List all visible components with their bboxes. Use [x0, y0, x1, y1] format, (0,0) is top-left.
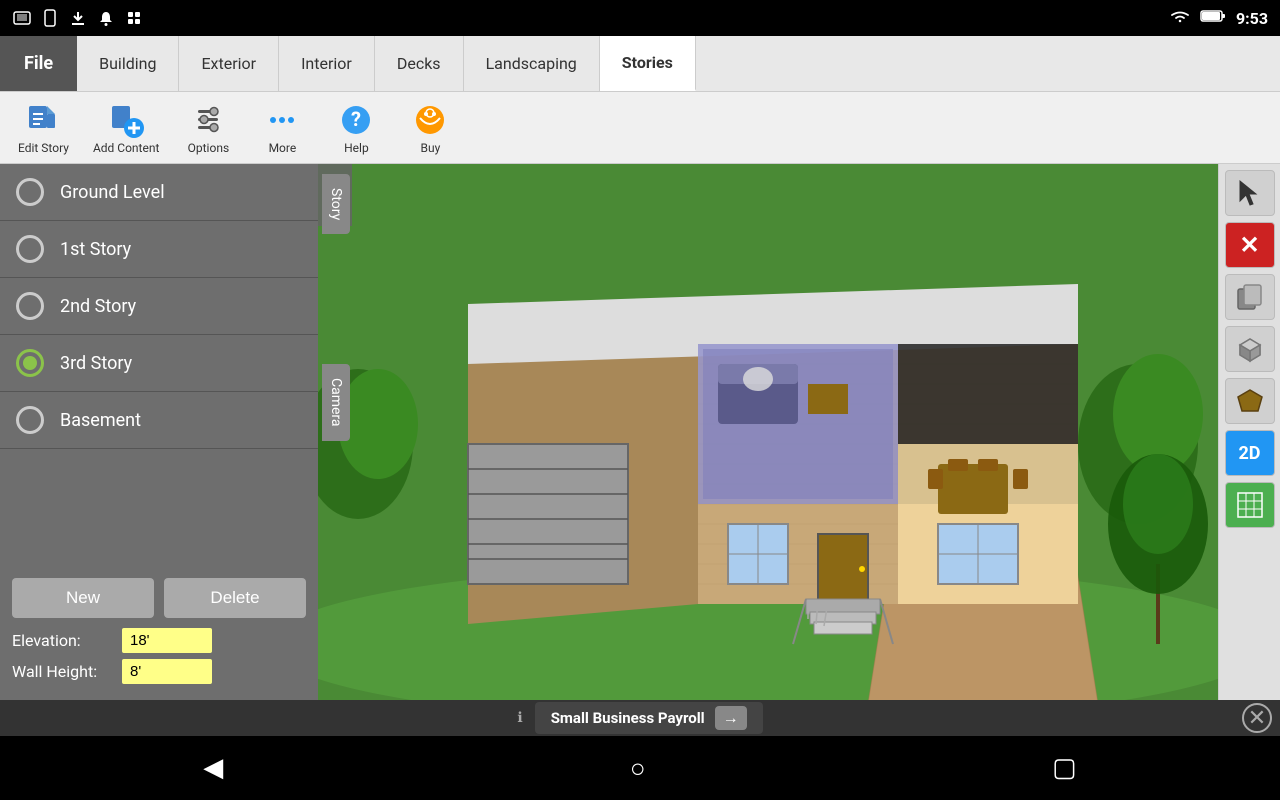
wall-height-input[interactable] — [122, 659, 212, 684]
camera-vtab[interactable]: Camera — [322, 364, 350, 441]
house-3d-view — [318, 164, 1218, 700]
story-label-basement: Basement — [60, 410, 141, 431]
tab-bar: File Building Exterior Interior Decks La… — [0, 36, 1280, 92]
delete-tool-button[interactable]: ✕ — [1225, 222, 1275, 268]
add-content-icon — [107, 101, 145, 139]
wifi-icon — [1170, 9, 1190, 27]
tab-file[interactable]: File — [0, 36, 77, 91]
more-label: More — [269, 141, 297, 155]
story-item-basement[interactable]: Basement — [0, 392, 318, 449]
story-radio-ground — [16, 178, 44, 206]
story-vtab[interactable]: Story — [322, 174, 350, 234]
copy-icon — [1236, 283, 1264, 311]
battery-icon — [1200, 9, 1226, 27]
tab-decks[interactable]: Decks — [375, 36, 464, 91]
story-radio-first — [16, 235, 44, 263]
story-label-ground: Ground Level — [60, 182, 165, 203]
elevation-label: Elevation: — [12, 631, 122, 650]
back-button[interactable]: ◀ — [179, 745, 247, 791]
story-item-third[interactable]: 3rd Story — [0, 335, 318, 392]
edit-story-button[interactable]: Edit Story — [8, 95, 79, 161]
svg-text:?: ? — [351, 107, 361, 131]
ad-close-button[interactable]: ✕ — [1242, 703, 1272, 733]
tab-stories[interactable]: Stories — [600, 36, 696, 91]
ad-content: Small Business Payroll → — [535, 702, 763, 734]
story-label-second: 2nd Story — [60, 296, 136, 317]
2d-icon: 2D — [1238, 443, 1260, 464]
grid-view-button[interactable] — [1225, 482, 1275, 528]
status-icons-left — [12, 10, 144, 26]
phone-icon — [40, 10, 60, 26]
cube-tool-button[interactable] — [1225, 326, 1275, 372]
cursor-tool-button[interactable] — [1225, 170, 1275, 216]
viewport[interactable] — [318, 164, 1218, 700]
ad-bar: ℹ Small Business Payroll → ✕ — [0, 700, 1280, 736]
story-label-third: 3rd Story — [60, 353, 132, 374]
edit-story-icon — [24, 101, 62, 139]
wall-height-row: Wall Height: — [12, 659, 306, 684]
status-bar: 9:53 — [0, 0, 1280, 36]
recent-button[interactable]: ▢ — [1028, 745, 1101, 791]
2d-view-button[interactable]: 2D — [1225, 430, 1275, 476]
more-icon — [263, 101, 301, 139]
buy-button[interactable]: Buy — [395, 95, 465, 161]
help-label: Help — [344, 141, 369, 155]
story-tab-container: Story — [322, 174, 350, 236]
app-icon — [124, 10, 144, 26]
story-item-second[interactable]: 2nd Story — [0, 278, 318, 335]
bottom-nav: ◀ ○ ▢ — [0, 736, 1280, 800]
buy-icon — [411, 101, 449, 139]
copy-tool-button[interactable] — [1225, 274, 1275, 320]
tablet-icon — [12, 10, 32, 26]
notification-icon — [96, 10, 116, 26]
right-toolbar: ✕ 2D — [1218, 164, 1280, 700]
story-item-first[interactable]: 1st Story — [0, 221, 318, 278]
wall-height-label: Wall Height: — [12, 662, 122, 681]
time-display: 9:53 — [1236, 9, 1268, 28]
help-icon: ? — [337, 101, 375, 139]
shape-tool-button[interactable] — [1225, 378, 1275, 424]
story-radio-second — [16, 292, 44, 320]
add-content-label: Add Content — [93, 141, 159, 155]
story-radio-basement — [16, 406, 44, 434]
tab-building[interactable]: Building — [77, 36, 179, 91]
buy-label: Buy — [421, 141, 441, 155]
cursor-icon — [1236, 179, 1264, 207]
download-icon — [68, 10, 88, 26]
toolbar: Edit Story Add Content Options — [0, 92, 1280, 164]
tab-exterior[interactable]: Exterior — [179, 36, 279, 91]
tab-landscaping[interactable]: Landscaping — [464, 36, 600, 91]
left-panel: << >> Ground Level 1st Story 2nd Story 3… — [0, 164, 318, 700]
story-label-first: 1st Story — [60, 239, 131, 260]
home-button[interactable]: ○ — [606, 745, 670, 792]
status-icons-right: 9:53 — [1170, 9, 1268, 28]
tab-interior[interactable]: Interior — [279, 36, 375, 91]
bottom-controls: New Delete Elevation: Wall Height: — [0, 568, 318, 700]
ad-arrow-button[interactable]: → — [715, 706, 747, 730]
new-button[interactable]: New — [12, 578, 154, 618]
story-radio-third — [16, 349, 44, 377]
elevation-row: Elevation: — [12, 628, 306, 653]
more-button[interactable]: More — [247, 95, 317, 161]
main-area: << >> Ground Level 1st Story 2nd Story 3… — [0, 164, 1280, 700]
help-button[interactable]: ? Help — [321, 95, 391, 161]
camera-tab-container: Camera — [322, 364, 350, 443]
options-button[interactable]: Options — [173, 95, 243, 161]
ad-info-icon: ℹ — [517, 710, 522, 726]
cube-icon — [1236, 335, 1264, 363]
options-icon — [189, 101, 227, 139]
shape-icon — [1236, 387, 1264, 415]
delete-button[interactable]: Delete — [164, 578, 306, 618]
ad-text: Small Business Payroll — [551, 709, 705, 727]
grid-icon — [1236, 491, 1264, 519]
elevation-input[interactable] — [122, 628, 212, 653]
story-item-ground[interactable]: Ground Level — [0, 164, 318, 221]
action-buttons-row: New Delete — [12, 578, 306, 618]
options-label: Options — [188, 141, 230, 155]
edit-story-label: Edit Story — [18, 141, 69, 155]
story-list: Ground Level 1st Story 2nd Story 3rd Sto… — [0, 164, 318, 568]
delete-icon: ✕ — [1239, 231, 1259, 259]
add-content-button[interactable]: Add Content — [83, 95, 169, 161]
